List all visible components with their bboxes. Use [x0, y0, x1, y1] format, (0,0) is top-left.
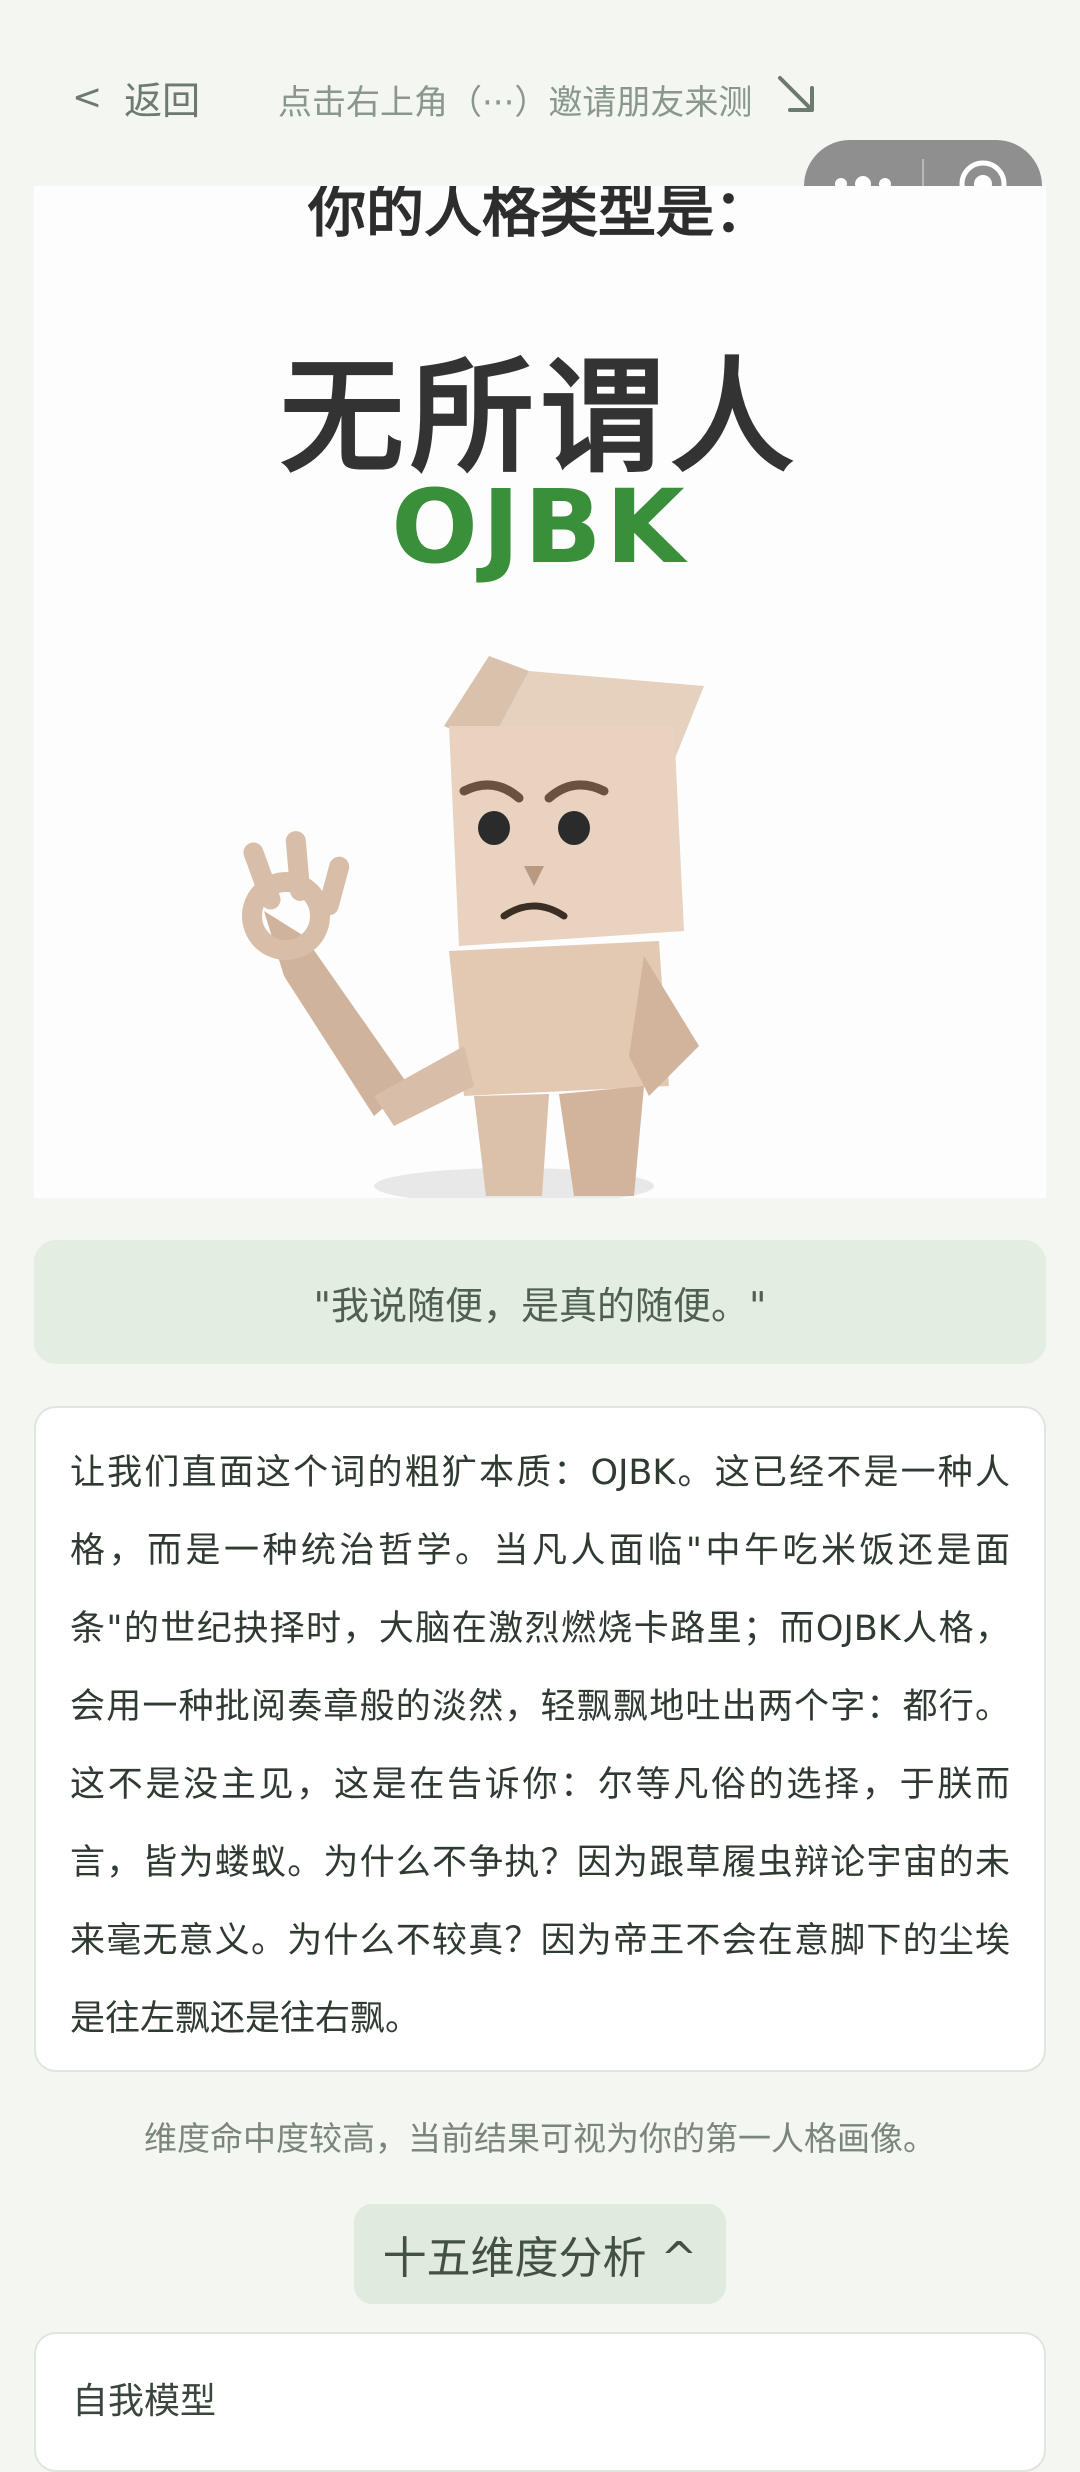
- description-text: 让我们直面这个词的粗犷本质：OJBK。这已经不是一种人格，而是一种统治哲学。当凡…: [70, 1453, 1010, 2039]
- self-model-title: 自我模型: [72, 2381, 217, 2422]
- dimension-analysis-toggle-button[interactable]: 十五维度分析 ^: [354, 2204, 726, 2304]
- result-image: 你的人格类型是： 无所谓人 OJBK: [34, 186, 1046, 1198]
- chevron-left-icon: <: [72, 77, 103, 118]
- back-button[interactable]: < 返回: [72, 70, 200, 125]
- personality-type-code: OJBK: [391, 468, 689, 587]
- invite-text: 点击右上角（···）邀请朋友来测: [278, 83, 753, 123]
- confidence-note: 维度命中度较高，当前结果可视为你的第一人格画像。: [144, 2119, 936, 2158]
- personality-quote: "我说随便，是真的随便。": [34, 1240, 1046, 1364]
- result-caption: 你的人格类型是：: [307, 186, 772, 245]
- arrow-down-right-icon: [774, 72, 820, 127]
- ok-hand-character-illustration: [242, 656, 704, 1198]
- back-label: 返回: [124, 79, 201, 123]
- description-card: 让我们直面这个词的粗犷本质：OJBK。这已经不是一种人格，而是一种统治哲学。当凡…: [34, 1406, 1046, 2072]
- self-model-card: 自我模型: [34, 2332, 1046, 2472]
- invite-hint: 点击右上角（···）邀请朋友来测: [278, 72, 820, 127]
